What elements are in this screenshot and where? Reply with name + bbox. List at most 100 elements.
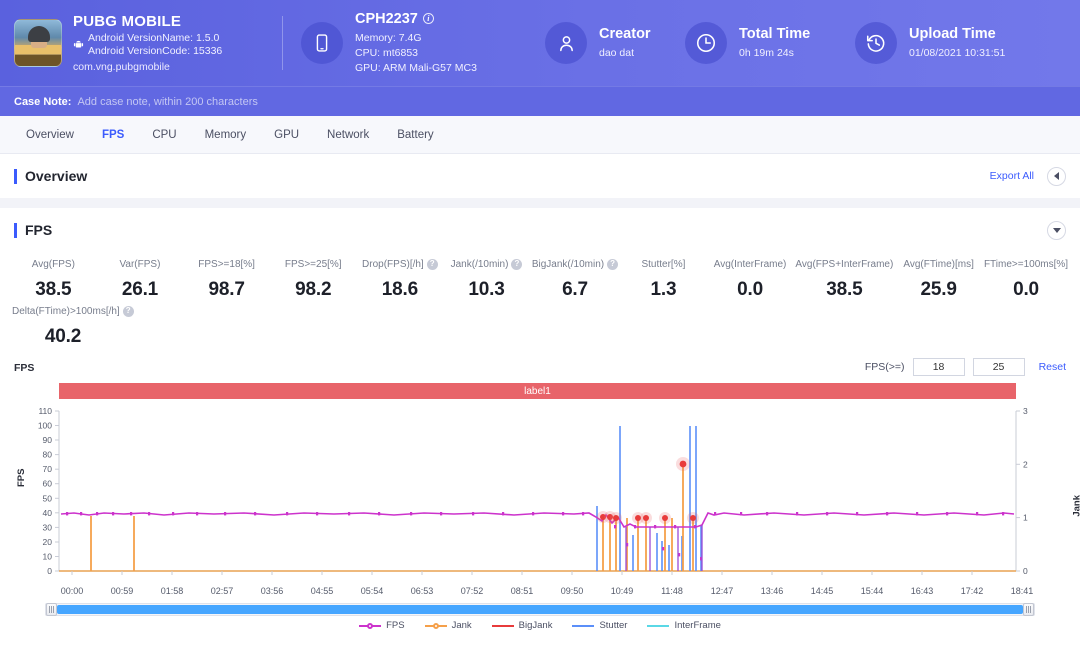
- metric-stutter: Stutter[%] 1.3: [620, 258, 707, 301]
- xtick: 07:52: [461, 586, 484, 596]
- app-header: PUBG MOBILE Android VersionName: 1.5.0 A…: [0, 0, 1080, 86]
- metric-avg-interframe: Avg(InterFrame) 0.0: [707, 258, 794, 301]
- chart-svg: 110 100 90 80 70 60 50 40 30 20 10 0: [14, 405, 1066, 585]
- chart-legend: FPS Jank BigJank Stutter: [14, 620, 1066, 631]
- overview-panel: Overview Export All: [0, 154, 1080, 198]
- metric-avg-fps: Avg(FPS) 38.5: [10, 258, 97, 301]
- help-icon[interactable]: ?: [511, 259, 522, 270]
- tab-battery[interactable]: Battery: [383, 116, 447, 154]
- legend-item-fps[interactable]: FPS: [359, 620, 404, 631]
- tab-fps[interactable]: FPS: [88, 116, 138, 154]
- range-handle-right[interactable]: [1023, 603, 1034, 616]
- pubg-app-icon: [14, 19, 62, 67]
- xtick: 05:54: [361, 586, 384, 596]
- accent-bar: [14, 169, 17, 184]
- range-handle-left[interactable]: [46, 603, 57, 616]
- metric-fps-ge-25: FPS>=25[%] 98.2: [270, 258, 357, 301]
- user-icon: [545, 22, 587, 64]
- metric-value: 38.5: [795, 279, 893, 301]
- metric-value: 98.2: [272, 279, 355, 301]
- header-divider: [282, 16, 283, 70]
- xtick: 15:44: [861, 586, 884, 596]
- svg-text:70: 70: [43, 464, 53, 474]
- clock-icon: [685, 22, 727, 64]
- fps-metrics-row-1: Avg(FPS) 38.5 Var(FPS) 26.1 FPS>=18[%] 9…: [0, 252, 1080, 301]
- xtick: 18:41: [1011, 586, 1034, 596]
- metric-value: 25.9: [897, 279, 980, 301]
- legend-swatch-stutter: [572, 621, 594, 631]
- svg-text:30: 30: [43, 522, 53, 532]
- metric-jank: Jank(/10min)? 10.3: [443, 258, 530, 301]
- metric-avg-fps-interframe: Avg(FPS+InterFrame) 38.5: [793, 258, 895, 301]
- xtick: 17:42: [961, 586, 984, 596]
- export-all-link[interactable]: Export All: [990, 170, 1034, 182]
- tab-cpu[interactable]: CPU: [138, 116, 190, 154]
- device-info-block: CPH2237i Memory: 7.4G CPU: mt6853 GPU: A…: [301, 11, 545, 76]
- help-icon[interactable]: ?: [123, 306, 134, 317]
- case-note-input[interactable]: Add case note, within 200 characters: [77, 96, 257, 108]
- xtick: 12:47: [711, 586, 734, 596]
- xtick: 16:43: [911, 586, 934, 596]
- reset-link[interactable]: Reset: [1039, 361, 1066, 373]
- legend-label: InterFrame: [674, 620, 720, 631]
- chart-x-axis: 00:00 00:59 01:58 02:57 03:56 04:55 05:5…: [59, 585, 1016, 599]
- tab-gpu[interactable]: GPU: [260, 116, 313, 154]
- legend-item-stutter[interactable]: Stutter: [572, 620, 627, 631]
- legend-item-bigjank[interactable]: BigJank: [492, 620, 553, 631]
- help-icon[interactable]: ?: [427, 259, 438, 270]
- xtick: 08:51: [511, 586, 534, 596]
- creator-title: Creator: [599, 26, 651, 42]
- xtick: 10:49: [611, 586, 634, 596]
- metric-delta-ftime: Delta(FTime)>100ms[/h]? 40.2: [10, 305, 116, 348]
- legend-swatch-interframe: [647, 621, 669, 631]
- overview-panel-header: Overview Export All: [0, 154, 1080, 198]
- app-version-code: Android VersionCode: 15336: [88, 45, 222, 58]
- range-fill[interactable]: [57, 605, 1023, 614]
- chart-toolbar: FPS(>=) Reset: [865, 358, 1066, 376]
- metric-value: 1.3: [622, 279, 705, 301]
- xtick: 11:48: [661, 586, 683, 596]
- xtick: 04:55: [311, 586, 334, 596]
- phone-icon: [301, 22, 343, 64]
- case-note-bar[interactable]: Case Note: Add case note, within 200 cha…: [0, 86, 1080, 116]
- total-time-block: Total Time 0h 19m 24s: [685, 22, 855, 64]
- upload-time-value: 01/08/2021 10:31:51: [909, 46, 1005, 61]
- metric-value: 98.7: [185, 279, 268, 301]
- legend-item-jank[interactable]: Jank: [425, 620, 472, 631]
- tab-overview[interactable]: Overview: [12, 116, 88, 154]
- case-note-label: Case Note:: [14, 96, 71, 108]
- fps-panel: FPS Avg(FPS) 38.5 Var(FPS) 26.1 FPS>=18[…: [0, 208, 1080, 631]
- metric-fps-ge-18: FPS>=18[%] 98.7: [183, 258, 270, 301]
- fps-threshold-low-input[interactable]: [913, 358, 965, 376]
- fps-panel-header: FPS: [0, 208, 1080, 252]
- svg-text:40: 40: [43, 508, 53, 518]
- info-icon[interactable]: i: [423, 13, 434, 24]
- help-icon[interactable]: ?: [607, 259, 618, 270]
- metric-avg-ftime: Avg(FTime)[ms] 25.9: [895, 258, 982, 301]
- metric-value: 0.0: [984, 279, 1068, 301]
- tab-network[interactable]: Network: [313, 116, 383, 154]
- fps-threshold-high-input[interactable]: [973, 358, 1025, 376]
- chart-y2-axis-label: Jank: [1072, 495, 1080, 517]
- fps-section-title: FPS: [25, 222, 52, 238]
- metric-value: 6.7: [532, 279, 618, 301]
- panel-gap: [0, 198, 1080, 208]
- metric-value: 18.6: [359, 279, 442, 301]
- chart-range-slider[interactable]: [45, 603, 1035, 616]
- legend-item-interframe[interactable]: InterFrame: [647, 620, 720, 631]
- xtick: 01:58: [161, 586, 184, 596]
- svg-text:0: 0: [47, 566, 52, 576]
- upload-time-title: Upload Time: [909, 26, 1005, 42]
- app-name: PUBG MOBILE: [73, 13, 222, 30]
- tab-memory[interactable]: Memory: [191, 116, 261, 154]
- xtick: 14:45: [811, 586, 834, 596]
- total-time-title: Total Time: [739, 26, 810, 42]
- caret-left-icon[interactable]: [1047, 167, 1066, 186]
- chart-label-bar[interactable]: label1: [59, 383, 1016, 399]
- device-cpu: CPU: mt6853: [355, 46, 477, 61]
- caret-down-icon[interactable]: [1047, 221, 1066, 240]
- svg-text:1: 1: [1023, 513, 1028, 523]
- upload-time-block: Upload Time 01/08/2021 10:31:51: [855, 22, 1066, 64]
- total-time-value: 0h 19m 24s: [739, 46, 810, 61]
- chart-plot-area[interactable]: FPS Jank: [14, 405, 1066, 585]
